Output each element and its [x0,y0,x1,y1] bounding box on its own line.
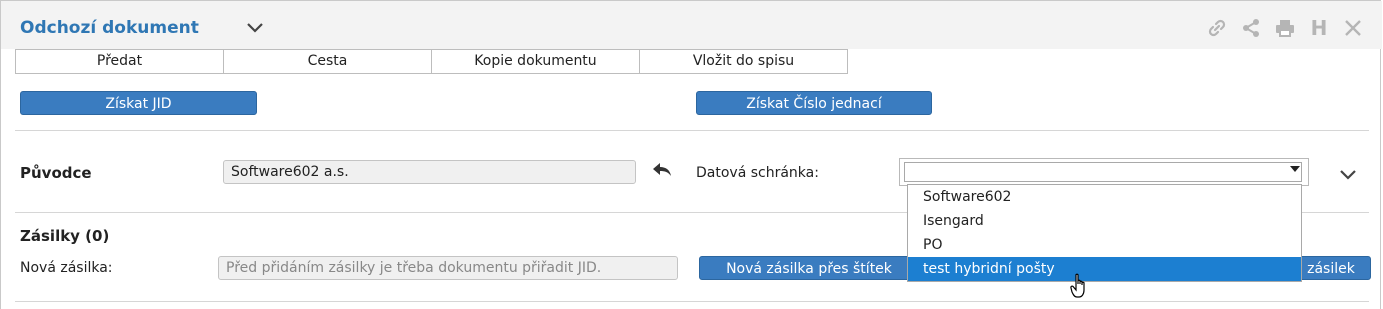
get-reference-number-button[interactable]: Získat Číslo jednací [696,91,932,115]
dropdown-option-selected[interactable]: test hybridní pošty [908,257,1301,281]
originator-field[interactable]: Software602 a.s. [223,160,636,184]
link-icon[interactable] [1206,17,1228,39]
print-icon[interactable] [1274,17,1296,39]
tab-vlozit-do-spisu[interactable]: Vložit do spisu [640,49,848,74]
data-box-select[interactable] [899,158,1309,186]
new-shipment-via-label-button[interactable]: Nová zásilka přes štítek [699,256,919,280]
shipments-button[interactable]: zásilek [1291,256,1371,280]
new-shipment-field[interactable]: Před přidáním zásilky je třeba dokumentu… [218,256,678,280]
data-box-dropdown: Software602 Isengard PO test hybridní po… [907,184,1302,282]
outgoing-document-panel: Odchozí dokument H Předat Cesta Kopie do… [0,0,1382,309]
data-box-label: Datová schránka: [696,165,819,181]
share-icon[interactable] [1240,17,1262,39]
close-icon[interactable] [1342,17,1364,39]
dropdown-option[interactable]: Isengard [908,209,1301,233]
shipments-title: Zásilky (0) [20,227,110,245]
shipments-button-label: zásilek [1307,261,1355,277]
dropdown-arrow-icon[interactable] [1290,166,1300,172]
tab-predat[interactable]: Předat [15,49,224,74]
expand-chevron-icon[interactable] [1340,168,1356,184]
originator-label: Původce [20,164,92,182]
hand-cursor-icon [1070,273,1090,303]
data-box-select-value [904,162,1302,182]
new-shipment-label: Nová zásilka: [20,260,113,276]
divider [15,130,1369,131]
dropdown-option[interactable]: PO [908,233,1301,257]
tab-kopie-dokumentu[interactable]: Kopie dokumentu [432,49,640,74]
divider [15,301,1369,302]
undo-icon[interactable] [652,162,672,182]
tab-cesta[interactable]: Cesta [224,49,432,74]
collapse-chevron-icon[interactable] [247,21,263,37]
tab-bar: Předat Cesta Kopie dokumentu Vložit do s… [15,49,848,74]
get-jid-button[interactable]: Získat JID [20,91,257,115]
header-toolbar: H [1206,16,1364,40]
dropdown-option[interactable]: Software602 [908,185,1301,209]
panel-title: Odchozí dokument [20,18,199,38]
panel-header: Odchozí dokument H [1,1,1382,49]
history-icon[interactable]: H [1308,16,1330,40]
